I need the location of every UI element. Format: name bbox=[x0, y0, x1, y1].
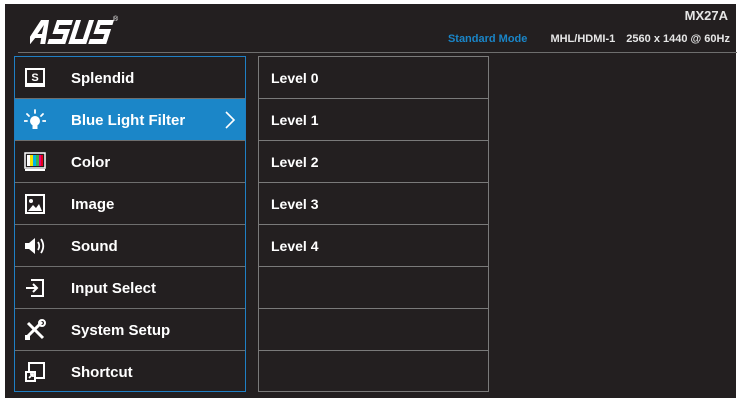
menu-item-color[interactable]: Color bbox=[15, 141, 245, 183]
shortcut-icon bbox=[25, 362, 45, 382]
svg-text:S: S bbox=[31, 72, 38, 84]
menu-label: Shortcut bbox=[71, 364, 133, 381]
menu-item-sound[interactable]: Sound bbox=[15, 225, 245, 267]
empty-slot bbox=[259, 309, 488, 351]
bulb-icon bbox=[24, 109, 46, 129]
blue-light-level-list: Level 0 Level 1 Level 2 Level 3 Level 4 bbox=[258, 56, 489, 392]
option-level-1[interactable]: Level 1 bbox=[259, 99, 488, 141]
image-icon bbox=[25, 194, 45, 214]
option-label: Level 3 bbox=[271, 196, 319, 212]
option-label: Level 0 bbox=[271, 70, 319, 86]
status-bar: Standard Mode MHL/HDMI-1 2560 x 1440 @ 6… bbox=[448, 33, 730, 45]
empty-slot bbox=[259, 351, 488, 393]
speaker-icon bbox=[25, 238, 45, 254]
menu-label: Input Select bbox=[71, 280, 157, 297]
menu-item-splendid[interactable]: S Splendid bbox=[15, 57, 245, 99]
input-status: MHL/HDMI-1 bbox=[550, 33, 616, 45]
menu-label: Blue Light Filter bbox=[71, 112, 186, 129]
option-level-4[interactable]: Level 4 bbox=[259, 225, 488, 267]
empty-slot bbox=[259, 267, 488, 309]
input-icon bbox=[26, 279, 44, 297]
mode-status: Standard Mode bbox=[447, 33, 528, 45]
option-level-3[interactable]: Level 3 bbox=[259, 183, 488, 225]
menu-label: Sound bbox=[71, 238, 118, 255]
color-bars-icon bbox=[24, 152, 46, 171]
menu-label: Color bbox=[71, 154, 111, 171]
tools-icon bbox=[25, 319, 46, 340]
menu-item-image[interactable]: Image bbox=[15, 183, 245, 225]
menu-label: Image bbox=[71, 196, 115, 213]
option-level-2[interactable]: Level 2 bbox=[259, 141, 488, 183]
chevron-right-icon bbox=[225, 111, 236, 129]
menu-item-shortcut[interactable]: Shortcut bbox=[15, 351, 245, 393]
menu-label: Splendid bbox=[71, 70, 135, 87]
option-label: Level 1 bbox=[271, 112, 319, 128]
registered-mark: ® bbox=[113, 16, 119, 23]
model-name: MX27A bbox=[684, 8, 728, 23]
resolution-status: 2560 x 1440 @ 60Hz bbox=[626, 33, 730, 45]
option-label: Level 2 bbox=[271, 154, 319, 170]
menu-label: System Setup bbox=[71, 322, 171, 339]
splendid-icon: S bbox=[25, 68, 45, 87]
main-menu: S Splendid Blue Light Filter Color Image… bbox=[14, 56, 246, 392]
option-label: Level 4 bbox=[271, 238, 319, 254]
menu-item-input-select[interactable]: Input Select bbox=[15, 267, 245, 309]
header-divider bbox=[18, 52, 737, 53]
menu-item-system-setup[interactable]: System Setup bbox=[15, 309, 245, 351]
option-level-0[interactable]: Level 0 bbox=[259, 57, 488, 99]
menu-item-blue-light-filter[interactable]: Blue Light Filter bbox=[15, 99, 245, 141]
